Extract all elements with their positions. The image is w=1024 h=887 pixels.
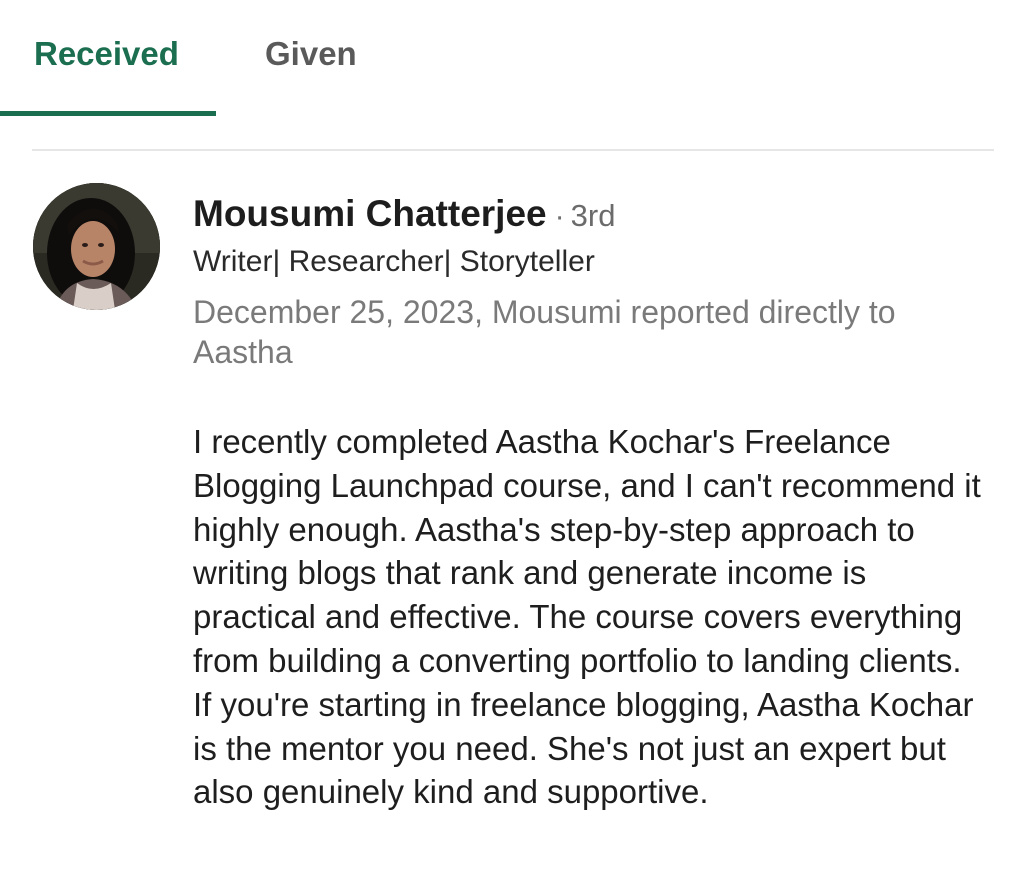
divider bbox=[32, 149, 994, 151]
degree-separator: · bbox=[554, 200, 565, 233]
active-tab-indicator bbox=[0, 111, 216, 116]
recommendation-text: I recently completed Aastha Kochar's Fre… bbox=[193, 423, 981, 811]
profile-photo-icon bbox=[33, 183, 160, 310]
recommendation-meta: December 25, 2023, Mousumi reported dire… bbox=[193, 294, 896, 370]
name-line: Mousumi Chatterjee · 3rd bbox=[193, 190, 993, 238]
recommender-info: Mousumi Chatterjee · 3rd Writer| Researche… bbox=[193, 190, 993, 372]
recommender-name[interactable]: Mousumi Chatterjee bbox=[193, 193, 547, 234]
recommender-headline: Writer| Researcher| Storyteller bbox=[193, 245, 595, 278]
tab-given[interactable]: Given bbox=[265, 34, 357, 74]
tab-bar: Received Given bbox=[0, 0, 1024, 120]
avatar[interactable] bbox=[33, 183, 160, 310]
tab-received[interactable]: Received bbox=[34, 34, 179, 74]
connection-degree: 3rd bbox=[570, 198, 616, 233]
